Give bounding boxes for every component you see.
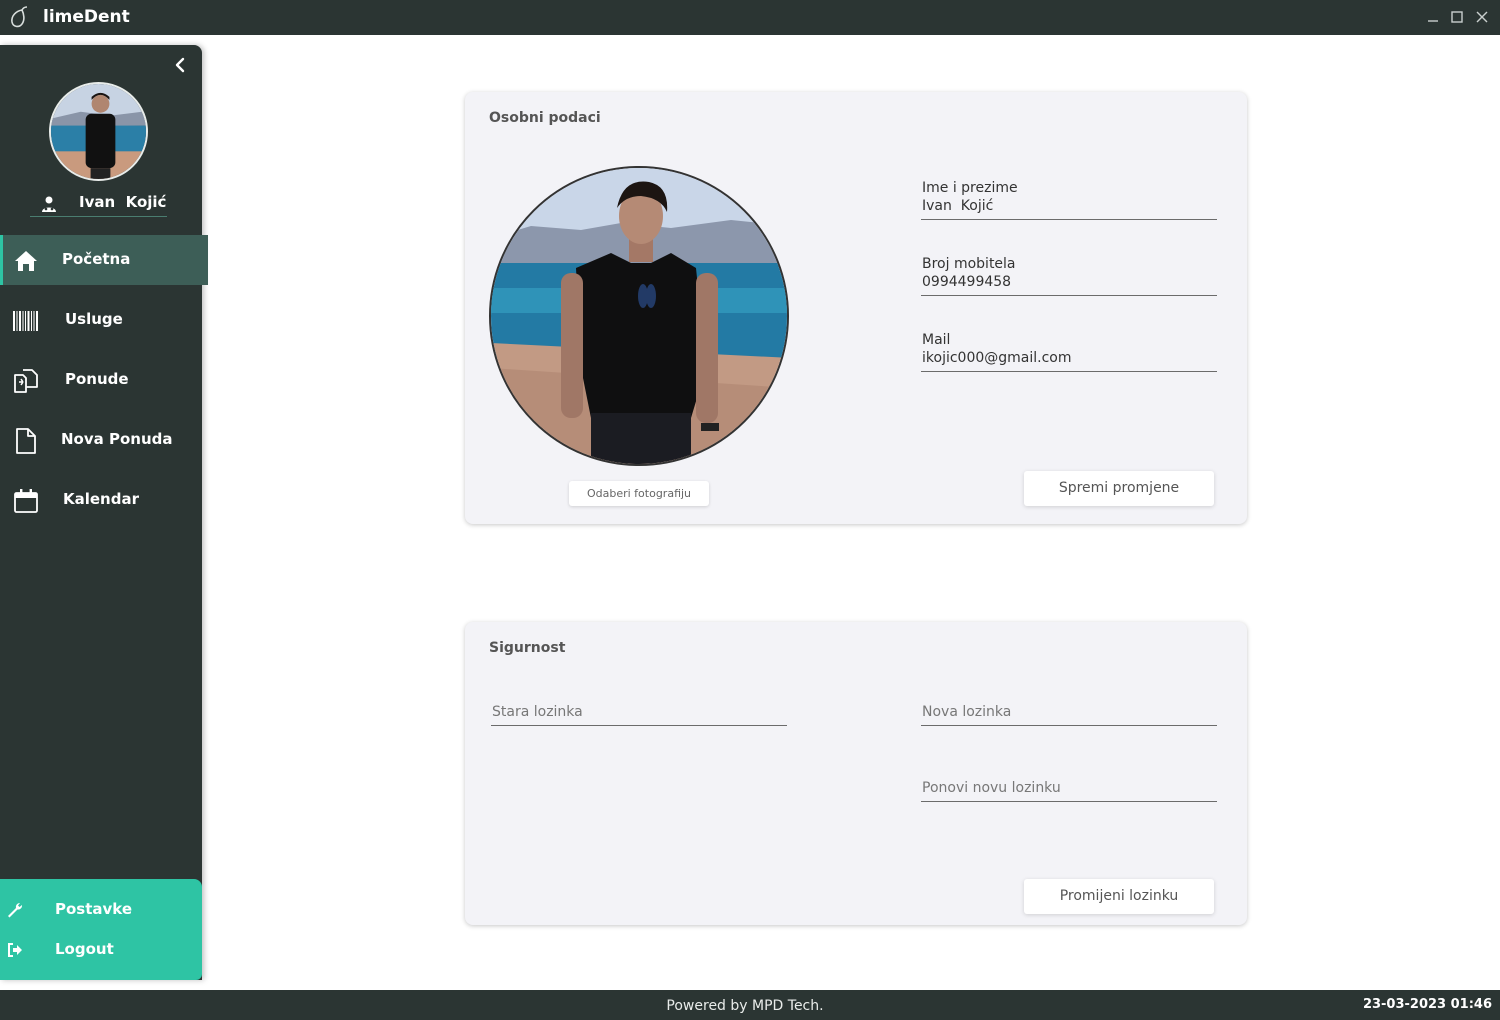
card-title: Osobni podaci bbox=[489, 110, 601, 126]
sidebar-bottom-label: Logout bbox=[55, 940, 114, 958]
nav-item-usluge[interactable]: Usluge bbox=[0, 295, 202, 345]
full-name-field[interactable]: Ime i prezime Ivan Kojić bbox=[921, 180, 1217, 220]
barcode-icon bbox=[13, 311, 38, 331]
save-changes-button[interactable]: Spremi promjene bbox=[1024, 471, 1214, 506]
minimize-icon[interactable] bbox=[1424, 8, 1442, 26]
profile-photo bbox=[489, 166, 789, 466]
home-icon bbox=[15, 251, 37, 271]
choose-photo-button[interactable]: Odaberi fotografiju bbox=[569, 481, 709, 506]
change-password-button[interactable]: Promijeni lozinku bbox=[1024, 879, 1214, 914]
user-doctor-icon bbox=[42, 196, 56, 212]
nav-item-kalendar[interactable]: Kalendar bbox=[0, 475, 202, 525]
card-title: Sigurnost bbox=[489, 640, 566, 656]
nav-label: Usluge bbox=[65, 310, 123, 328]
field-value[interactable]: ikojic000@gmail.com bbox=[922, 350, 1072, 366]
app-title: limeDent bbox=[43, 7, 130, 27]
field-label: Mail bbox=[922, 332, 951, 348]
email-field[interactable]: Mail ikojic000@gmail.com bbox=[921, 332, 1217, 372]
user-row: Ivan Kojić bbox=[30, 191, 167, 217]
footer-clock: 23-03-2023 01:46 bbox=[1362, 997, 1492, 1012]
nav-label: Ponude bbox=[65, 370, 129, 388]
repeat-password-placeholder: Ponovi novu lozinku bbox=[922, 780, 1061, 796]
field-value[interactable]: 0994499458 bbox=[922, 274, 1011, 290]
nav-label: Kalendar bbox=[63, 490, 139, 508]
new-password-placeholder: Nova lozinka bbox=[922, 704, 1012, 720]
document-icon bbox=[16, 428, 36, 454]
close-icon[interactable] bbox=[1473, 8, 1491, 26]
maximize-icon[interactable] bbox=[1448, 8, 1466, 26]
nav-label: Početna bbox=[62, 250, 131, 268]
field-label: Broj mobitela bbox=[922, 256, 1016, 272]
title-bar: limeDent bbox=[0, 0, 1500, 35]
personal-data-card: Osobni podaci Odaberi fotografiju Ime i … bbox=[465, 92, 1247, 524]
repeat-password-field[interactable]: Ponovi novu lozinku bbox=[921, 778, 1217, 802]
sidebar-item-postavke[interactable]: Postavke bbox=[0, 895, 202, 925]
wrench-icon bbox=[8, 902, 23, 918]
chevron-left-icon[interactable] bbox=[170, 55, 190, 75]
new-password-field[interactable]: Nova lozinka bbox=[921, 702, 1217, 726]
nav-item-nova-ponuda[interactable]: Nova Ponuda bbox=[0, 415, 202, 465]
field-label: Ime i prezime bbox=[922, 180, 1018, 196]
nav-item-ponude[interactable]: Ponude bbox=[0, 355, 202, 405]
avatar[interactable] bbox=[49, 82, 148, 181]
user-name: Ivan Kojić bbox=[79, 193, 167, 211]
nav-item-pocetna[interactable]: Početna bbox=[0, 235, 208, 285]
documents-icon bbox=[14, 369, 38, 393]
old-password-placeholder: Stara lozinka bbox=[492, 704, 583, 720]
sidebar: Ivan Kojić Početna Usluge Ponude Nova Po… bbox=[0, 45, 208, 980]
field-value[interactable]: Ivan Kojić bbox=[922, 198, 993, 214]
security-card: Sigurnost Stara lozinka Nova lozinka Pon… bbox=[465, 622, 1247, 925]
sidebar-item-logout[interactable]: Logout bbox=[0, 935, 202, 965]
sidebar-bottom-label: Postavke bbox=[55, 900, 133, 918]
old-password-field[interactable]: Stara lozinka bbox=[491, 702, 787, 726]
footer-credit: Powered by MPD Tech. bbox=[666, 998, 824, 1014]
footer: Powered by MPD Tech. 23-03-2023 01:46 bbox=[0, 990, 1500, 1020]
app-logo-icon bbox=[11, 6, 28, 28]
phone-field[interactable]: Broj mobitela 0994499458 bbox=[921, 256, 1217, 296]
nav-label: Nova Ponuda bbox=[61, 430, 173, 448]
sidebar-bottom-section: Postavke Logout bbox=[0, 879, 202, 980]
logout-icon bbox=[8, 943, 22, 957]
calendar-icon bbox=[14, 489, 38, 513]
